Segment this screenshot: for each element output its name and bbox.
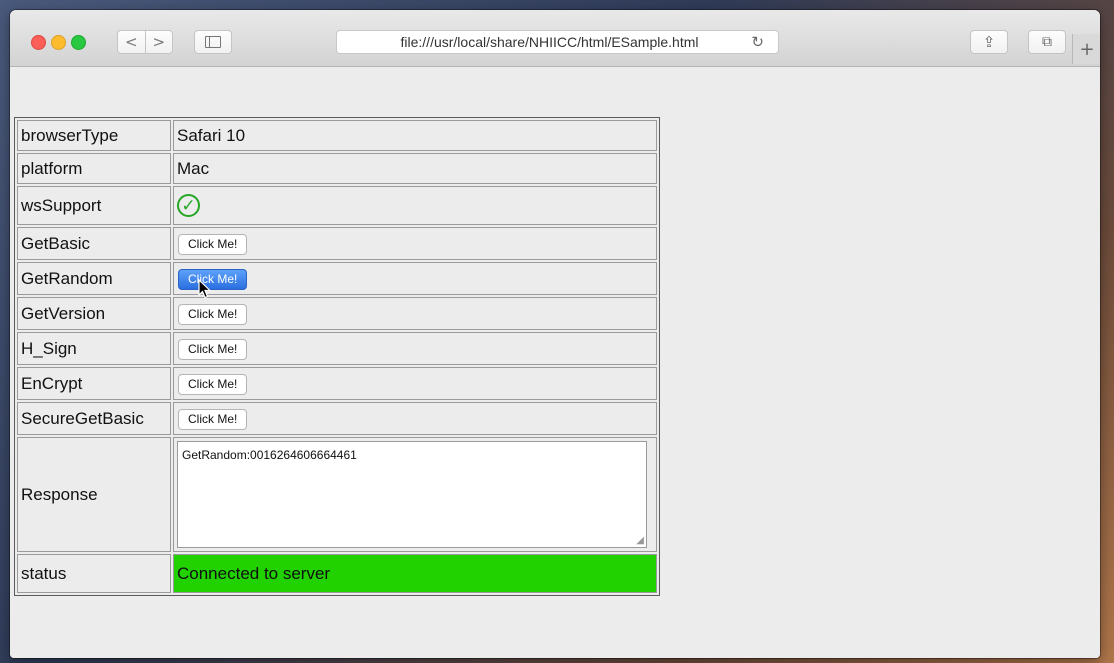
share-icon: ⇪: [982, 33, 996, 51]
forward-button[interactable]: >: [146, 31, 173, 53]
row-label: GetVersion: [17, 297, 171, 330]
check-circle-icon: ✓: [177, 194, 200, 217]
response-textarea[interactable]: GetRandom:0016264606664461 ◢: [177, 441, 647, 548]
h-sign-button[interactable]: Click Me!: [178, 338, 248, 360]
browser-type-value: Safari 10: [173, 120, 657, 151]
show-tabs-button[interactable]: ⧉: [1028, 30, 1066, 54]
button-cell: Click Me!: [173, 332, 657, 365]
tabs-icon: ⧉: [1042, 34, 1052, 50]
table-row: browserType Safari 10: [17, 120, 657, 151]
reload-icon[interactable]: ↻: [751, 33, 764, 51]
button-cell: Click Me!: [173, 402, 657, 435]
row-label: EnCrypt: [17, 367, 171, 400]
address-bar[interactable]: file:///usr/local/share/NHIICC/html/ESam…: [336, 30, 779, 54]
table-row: Response GetRandom:0016264606664461 ◢: [17, 437, 657, 552]
resize-grip-icon[interactable]: ◢: [636, 535, 644, 546]
button-cell: Click Me!: [173, 297, 657, 330]
table-row: status Connected to server: [17, 554, 657, 593]
row-label: browserType: [17, 120, 171, 151]
get-version-button[interactable]: Click Me!: [178, 303, 248, 325]
table-row: wsSupport ✓: [17, 186, 657, 225]
row-label: GetBasic: [17, 227, 171, 260]
platform-value: Mac: [173, 153, 657, 184]
row-label: status: [17, 554, 171, 593]
nav-button-group: < >: [117, 30, 173, 54]
row-label: GetRandom: [17, 262, 171, 295]
table-row: platform Mac: [17, 153, 657, 184]
button-cell: Click Me!: [173, 262, 657, 295]
response-cell: GetRandom:0016264606664461 ◢: [173, 437, 657, 552]
share-button[interactable]: ⇪: [970, 30, 1008, 54]
browser-window: < > file:///usr/local/share/NHIICC/html/…: [10, 10, 1100, 658]
plus-icon: +: [1079, 38, 1095, 60]
row-label: H_Sign: [17, 332, 171, 365]
secure-get-basic-button[interactable]: Click Me!: [178, 408, 248, 430]
table-row: GetBasic Click Me!: [17, 227, 657, 260]
back-button[interactable]: <: [118, 31, 145, 53]
response-text: GetRandom:0016264606664461: [182, 448, 357, 462]
row-label: platform: [17, 153, 171, 184]
status-value: Connected to server: [173, 554, 657, 593]
browser-toolbar: < > file:///usr/local/share/NHIICC/html/…: [10, 10, 1100, 67]
get-random-button[interactable]: Click Me!: [178, 268, 248, 290]
table-row: EnCrypt Click Me!: [17, 367, 657, 400]
sidebar-toggle-button[interactable]: [194, 30, 232, 54]
new-tab-button[interactable]: +: [1072, 34, 1100, 64]
table-row: GetVersion Click Me!: [17, 297, 657, 330]
get-basic-button[interactable]: Click Me!: [178, 233, 248, 255]
table-row: SecureGetBasic Click Me!: [17, 402, 657, 435]
button-cell: Click Me!: [173, 367, 657, 400]
ws-support-value: ✓: [173, 186, 657, 225]
row-label: wsSupport: [17, 186, 171, 225]
table-row: GetRandom Click Me!: [17, 262, 657, 295]
encrypt-button[interactable]: Click Me!: [178, 373, 248, 395]
button-cell: Click Me!: [173, 227, 657, 260]
page-content: browserType Safari 10 platform Mac wsSup…: [10, 67, 1100, 658]
sidebar-icon: [205, 36, 221, 48]
minimize-window-button[interactable]: [51, 35, 66, 50]
info-table: browserType Safari 10 platform Mac wsSup…: [14, 117, 660, 596]
zoom-window-button[interactable]: [71, 35, 86, 50]
address-url: file:///usr/local/share/NHIICC/html/ESam…: [400, 34, 699, 50]
close-window-button[interactable]: [31, 35, 46, 50]
table-row: H_Sign Click Me!: [17, 332, 657, 365]
row-label: SecureGetBasic: [17, 402, 171, 435]
row-label: Response: [17, 437, 171, 552]
